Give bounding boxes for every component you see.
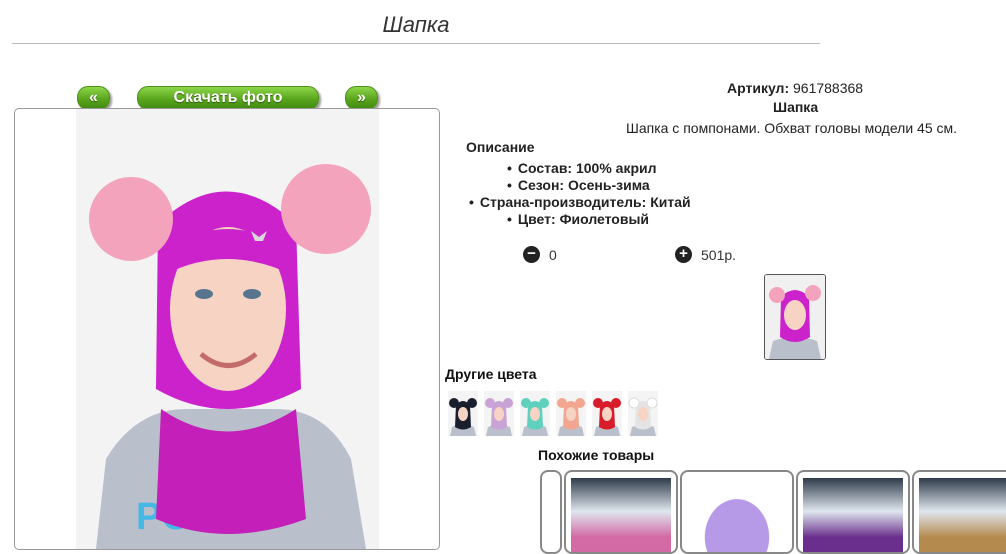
quantity-minus-button[interactable]: − bbox=[523, 246, 540, 263]
article-value: 961788368 bbox=[793, 80, 864, 96]
product-name: Шапка bbox=[773, 99, 819, 115]
color-swatch-peach[interactable] bbox=[556, 391, 586, 436]
thumbnail-illustration bbox=[765, 275, 825, 359]
swatch-illustration bbox=[448, 391, 478, 436]
article-line: Артикул: 961788368 bbox=[727, 80, 863, 96]
price-value: 501р. bbox=[701, 247, 737, 263]
spec-item: Страна-производитель: Китай bbox=[469, 194, 691, 210]
color-swatch-black[interactable] bbox=[448, 391, 478, 436]
spec-item: Цвет: Фиолетовый bbox=[507, 211, 649, 227]
swatch-illustration bbox=[484, 391, 514, 436]
spec-item: Состав: 100% акрил bbox=[507, 160, 657, 176]
similar-product-card[interactable] bbox=[564, 470, 678, 554]
swatch-illustration bbox=[520, 391, 550, 436]
color-swatch-red[interactable] bbox=[592, 391, 622, 436]
product-short-description: Шапка с помпонами. Обхват головы модели … bbox=[626, 120, 958, 136]
article-label: Артикул: bbox=[727, 80, 790, 96]
next-photo-button[interactable]: » bbox=[345, 86, 378, 110]
title-divider bbox=[12, 43, 820, 44]
color-swatch-mint[interactable] bbox=[520, 391, 550, 436]
color-swatch-white[interactable] bbox=[628, 391, 658, 436]
other-colors-heading: Другие цвета bbox=[445, 366, 537, 382]
spec-item: Сезон: Осень-зима bbox=[507, 177, 650, 193]
similar-product-card[interactable] bbox=[912, 470, 1006, 554]
similar-products-heading: Похожие товары bbox=[538, 447, 655, 463]
similar-product-image bbox=[571, 478, 671, 552]
product-photo[interactable]: PO AL bbox=[76, 109, 379, 549]
quantity-plus-button[interactable]: + bbox=[675, 246, 692, 263]
similar-product-card[interactable] bbox=[540, 470, 562, 554]
color-swatch-lilac[interactable] bbox=[484, 391, 514, 436]
download-photo-button[interactable]: Скачать фото bbox=[137, 86, 319, 110]
description-heading: Описание bbox=[466, 139, 535, 155]
product-photo-illustration: PO AL bbox=[76, 109, 379, 549]
quantity-value: 0 bbox=[549, 247, 557, 263]
page-title: Шапка bbox=[382, 12, 450, 37]
similar-product-card[interactable] bbox=[796, 470, 910, 554]
prev-photo-button[interactable]: « bbox=[77, 86, 110, 110]
photo-thumbnail[interactable] bbox=[764, 274, 826, 360]
similar-product-image bbox=[803, 478, 903, 552]
similar-product-image bbox=[919, 478, 1006, 552]
swatch-illustration bbox=[556, 391, 586, 436]
main-photo-frame: PO AL bbox=[14, 108, 440, 550]
swatch-illustration bbox=[628, 391, 658, 436]
similar-product-image bbox=[687, 478, 787, 552]
swatch-illustration bbox=[592, 391, 622, 436]
similar-product-card[interactable] bbox=[680, 470, 794, 554]
